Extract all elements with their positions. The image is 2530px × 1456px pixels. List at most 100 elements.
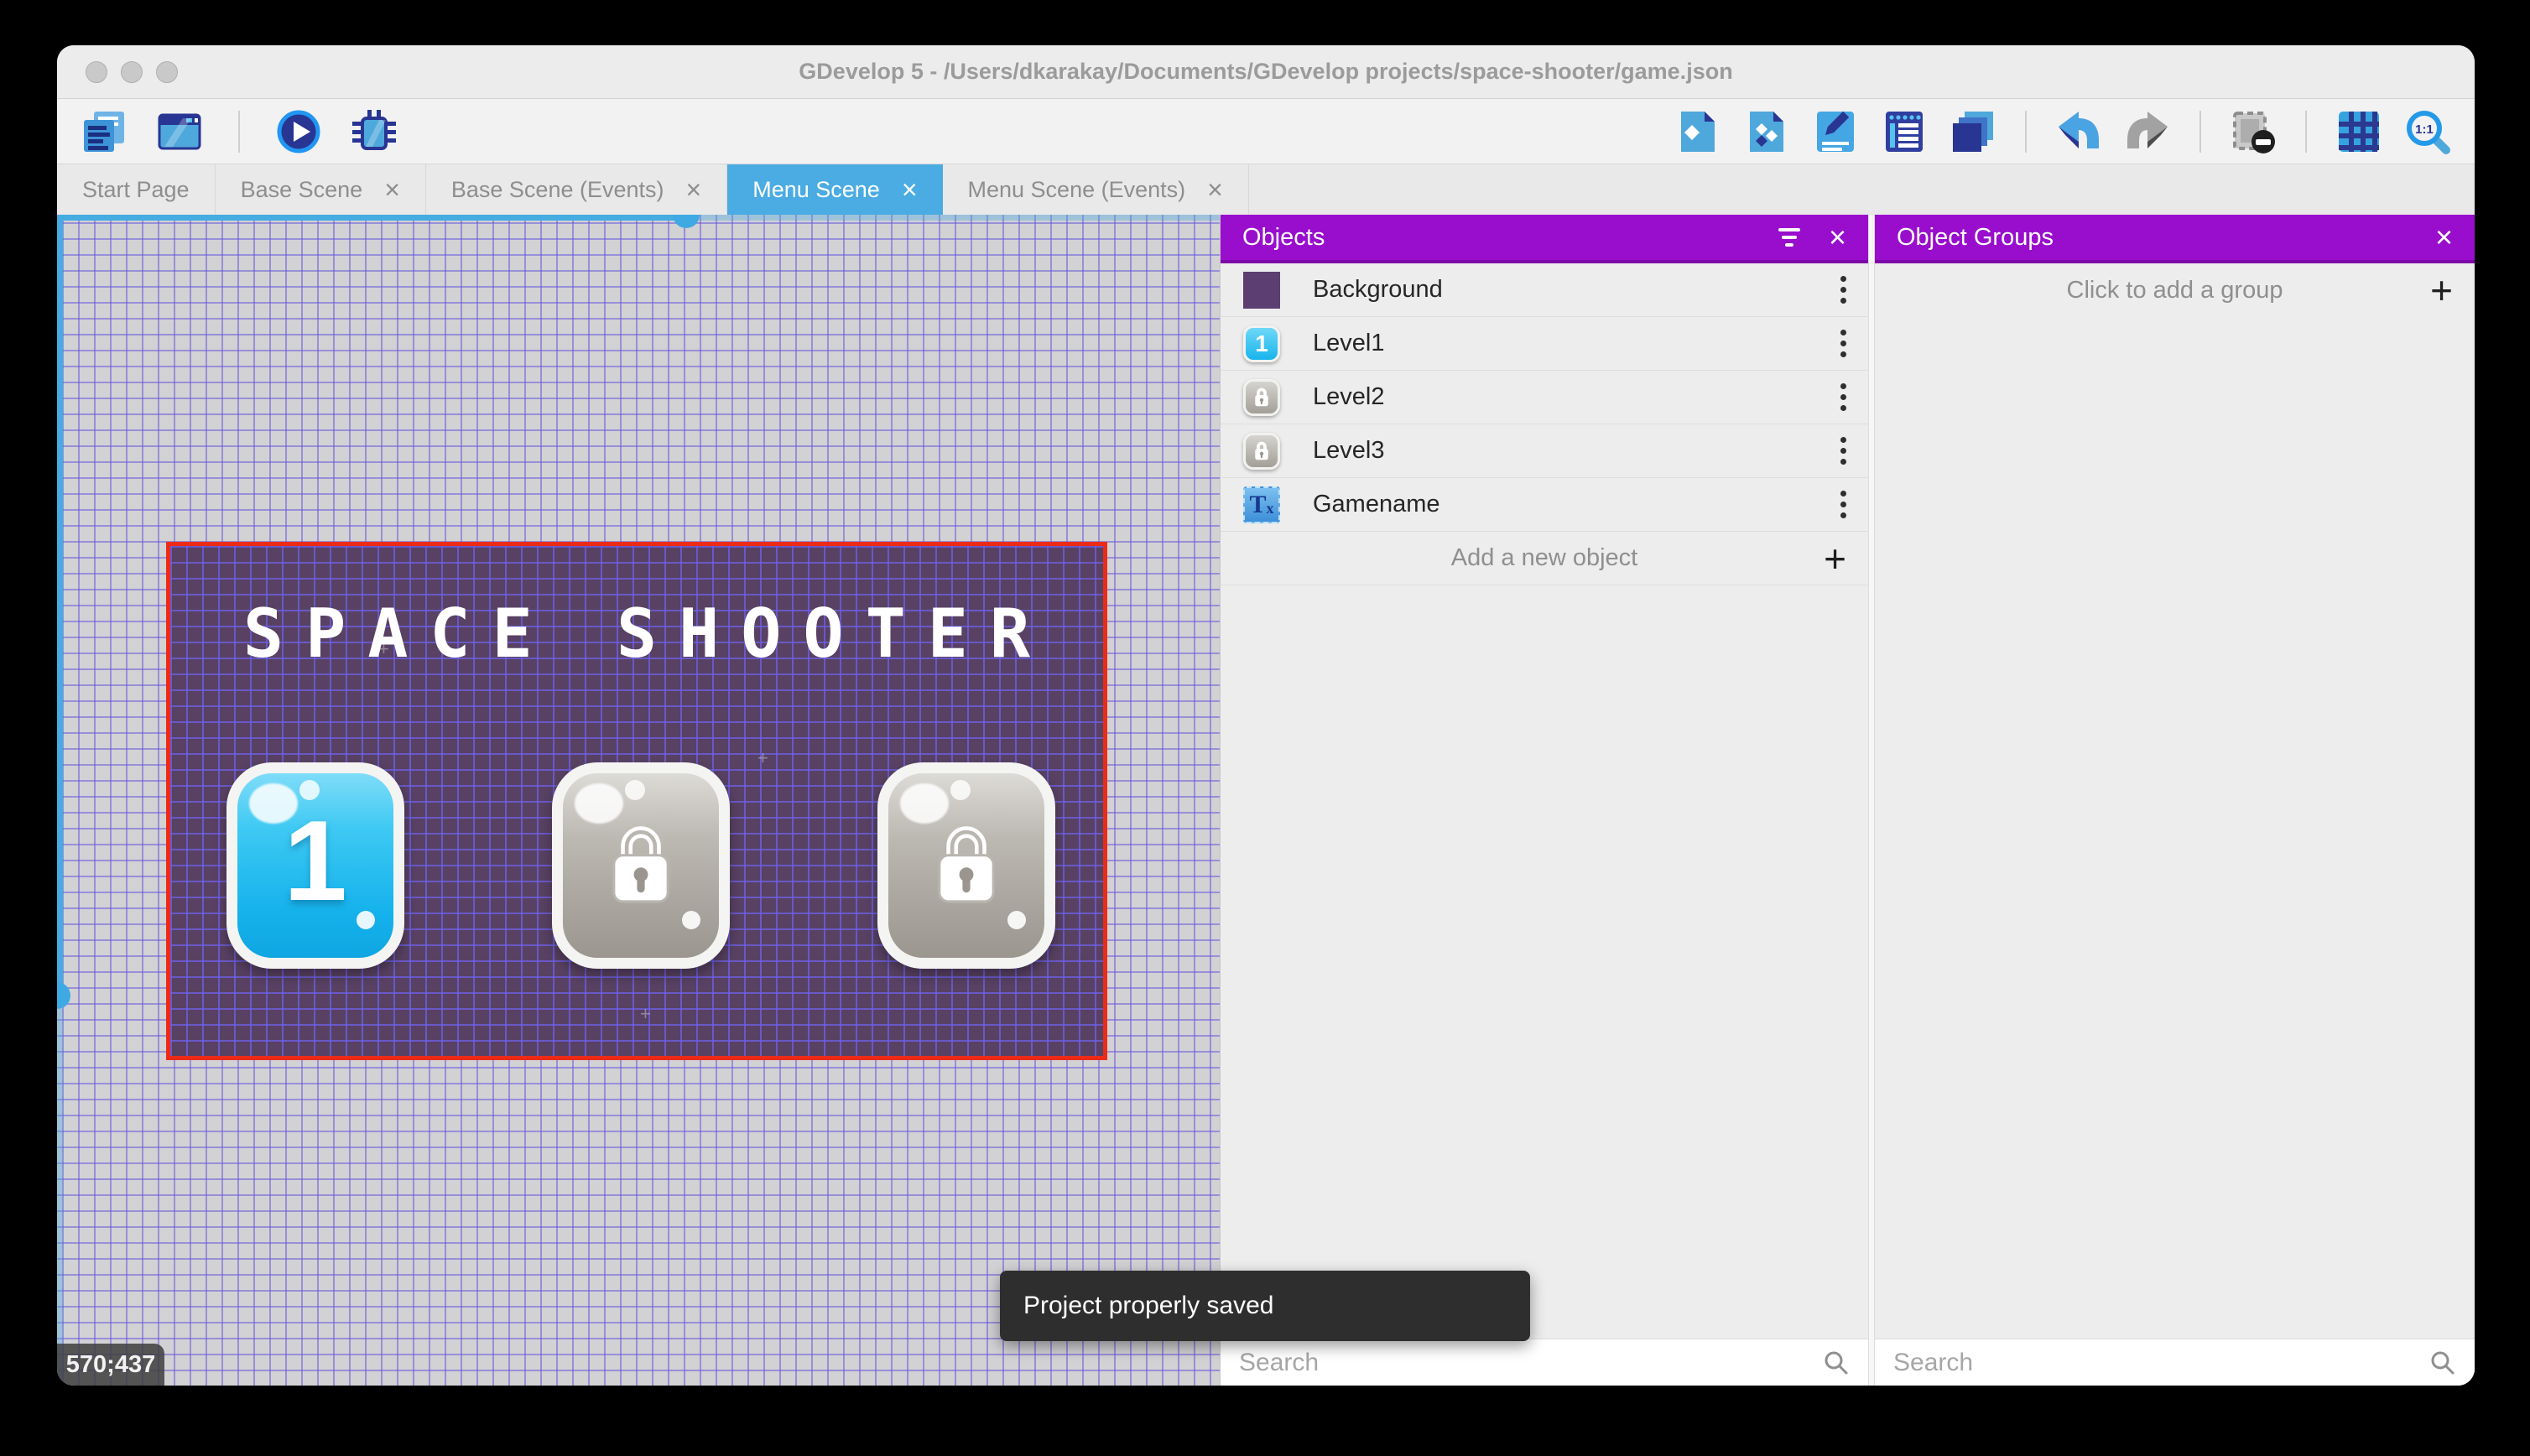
object-row-level2[interactable]: Level2 [1221,371,1868,424]
lock-icon [612,826,669,903]
locked-button-icon [1242,432,1281,471]
object-row-gamename[interactable]: Tx Gamename [1221,478,1868,532]
layers-icon[interactable] [1950,108,1996,155]
tab-label: Start Page [82,176,190,202]
plus-icon[interactable]: + [1824,539,1846,578]
horizontal-scrollbar-track[interactable] [698,215,1220,221]
vertical-scrollbar[interactable] [57,221,63,996]
search-icon[interactable] [1823,1349,1850,1376]
tab-label: Menu Scene [752,176,880,202]
more-options-icon[interactable] [1840,383,1846,411]
tab-base-scene-events[interactable]: Base Scene (Events) × [426,164,728,215]
object-row-level3[interactable]: Level3 [1221,424,1868,478]
groups-search-bar [1875,1339,2475,1386]
tab-menu-scene-events[interactable]: Menu Scene (Events) × [943,164,1249,215]
object-name: Level3 [1313,437,1385,464]
selection-mask-icon[interactable] [2230,108,2277,155]
level2-locked-button-instance[interactable] [552,762,730,969]
toolbar-separator [238,110,240,153]
main-toolbar: 1:1 [57,99,2475,164]
title-bar: GDevelop 5 - /Users/dkarakay/Documents/G… [57,45,2475,99]
more-options-icon[interactable] [1840,330,1846,357]
plus-icon[interactable]: + [2430,271,2453,309]
close-icon[interactable]: × [1207,176,1223,203]
window-title: GDevelop 5 - /Users/dkarakay/Documents/G… [799,59,1733,84]
debug-icon[interactable] [351,108,398,155]
toolbar-right-group: 1:1 [1674,108,2451,155]
more-options-icon[interactable] [1840,276,1846,304]
more-options-icon[interactable] [1840,491,1846,518]
svg-text:1:1: 1:1 [2415,122,2434,137]
vertical-scrollbar-track[interactable] [57,1008,63,1386]
more-options-icon[interactable] [1840,437,1846,465]
gdevelop-window: GDevelop 5 - /Users/dkarakay/Documents/G… [57,45,2475,1386]
selected-scene-background[interactable]: + + + + + SPACE SHOOTER 1 [166,542,1107,1060]
minimize-window-button[interactable] [121,60,143,83]
tab-menu-scene[interactable]: Menu Scene × [727,164,943,215]
object-groups-list: Click to add a group + [1875,263,2475,1339]
content-area: + + + + + SPACE SHOOTER 1 [57,215,2475,1386]
level-number: 1 [284,797,347,924]
search-icon[interactable] [2429,1349,2456,1376]
vertical-scrollbar-thumb[interactable] [57,982,70,1009]
save-toast: Project properly saved [1000,1271,1530,1341]
tab-label: Base Scene [240,176,363,202]
object-name: Level2 [1313,383,1385,410]
add-new-object-button[interactable]: Add a new object + [1221,532,1868,585]
scene-window-icon[interactable] [156,108,203,155]
close-icon[interactable]: × [2435,222,2453,252]
close-icon[interactable]: × [902,176,918,203]
instances-list-icon[interactable] [1881,108,1928,155]
lock-icon [938,826,995,903]
object-name: Level1 [1313,330,1385,356]
objects-search-input[interactable] [1239,1348,1823,1377]
add-group-button[interactable]: Click to add a group + [1875,263,2475,317]
object-groups-editor-icon[interactable] [1743,108,1790,155]
horizontal-scrollbar-thumb[interactable] [673,215,700,228]
horizontal-scrollbar[interactable] [57,215,686,221]
toolbar-left-group [81,108,398,155]
cursor-coordinates-badge: 570;437 [57,1344,164,1386]
toolbar-separator [2199,110,2201,153]
undo-icon[interactable] [2055,108,2102,155]
level1-button-instance[interactable]: 1 [226,762,404,969]
objects-panel-header: Objects × [1221,215,1868,263]
locked-button-icon [1242,378,1281,417]
tab-label: Menu Scene (Events) [967,176,1186,202]
toast-message: Project properly saved [1023,1292,1274,1319]
level-1-button-icon: 1 [1242,325,1281,363]
background-swatch-icon [1242,271,1281,309]
tab-label: Base Scene (Events) [450,176,664,202]
preview-play-icon[interactable] [275,108,322,155]
text-object-icon: Tx [1242,486,1281,524]
star-decoration: + [640,1003,651,1024]
zoom-1-1-icon[interactable]: 1:1 [2404,108,2451,155]
objects-editor-icon[interactable] [1674,108,1721,155]
star-decoration: + [757,747,768,768]
scene-canvas[interactable]: + + + + + SPACE SHOOTER 1 [57,215,1220,1386]
scene-title-text[interactable]: SPACE SHOOTER [170,595,1103,673]
close-icon[interactable]: × [686,176,702,203]
close-icon[interactable]: × [1829,222,1846,252]
level3-locked-button-instance[interactable] [877,762,1055,969]
tab-base-scene[interactable]: Base Scene × [216,164,426,215]
tab-start-page[interactable]: Start Page [57,164,216,215]
panel-divider[interactable] [1868,215,1875,1386]
editor-tab-bar: Start Page Base Scene × Base Scene (Even… [57,164,2475,215]
object-row-level1[interactable]: 1 Level1 [1221,317,1868,371]
add-group-label: Click to add a group [2066,276,2283,304]
object-row-background[interactable]: Background [1221,263,1868,317]
filter-icon[interactable] [1778,228,1800,247]
close-window-button[interactable] [86,60,107,83]
project-manager-icon[interactable] [81,108,128,155]
grid-icon[interactable] [2335,108,2382,155]
properties-icon[interactable] [1812,108,1859,155]
groups-search-input[interactable] [1893,1348,2429,1377]
object-name: Gamename [1313,491,1440,517]
objects-panel: Objects × Background 1 Level1 Level2 Lev… [1220,215,1868,1386]
maximize-window-button[interactable] [156,60,178,83]
objects-search-bar [1221,1339,1868,1386]
redo-icon[interactable] [2124,108,2171,155]
screenshot-root: GDevelop 5 - /Users/dkarakay/Documents/G… [0,0,2530,1456]
close-icon[interactable]: × [384,176,400,203]
